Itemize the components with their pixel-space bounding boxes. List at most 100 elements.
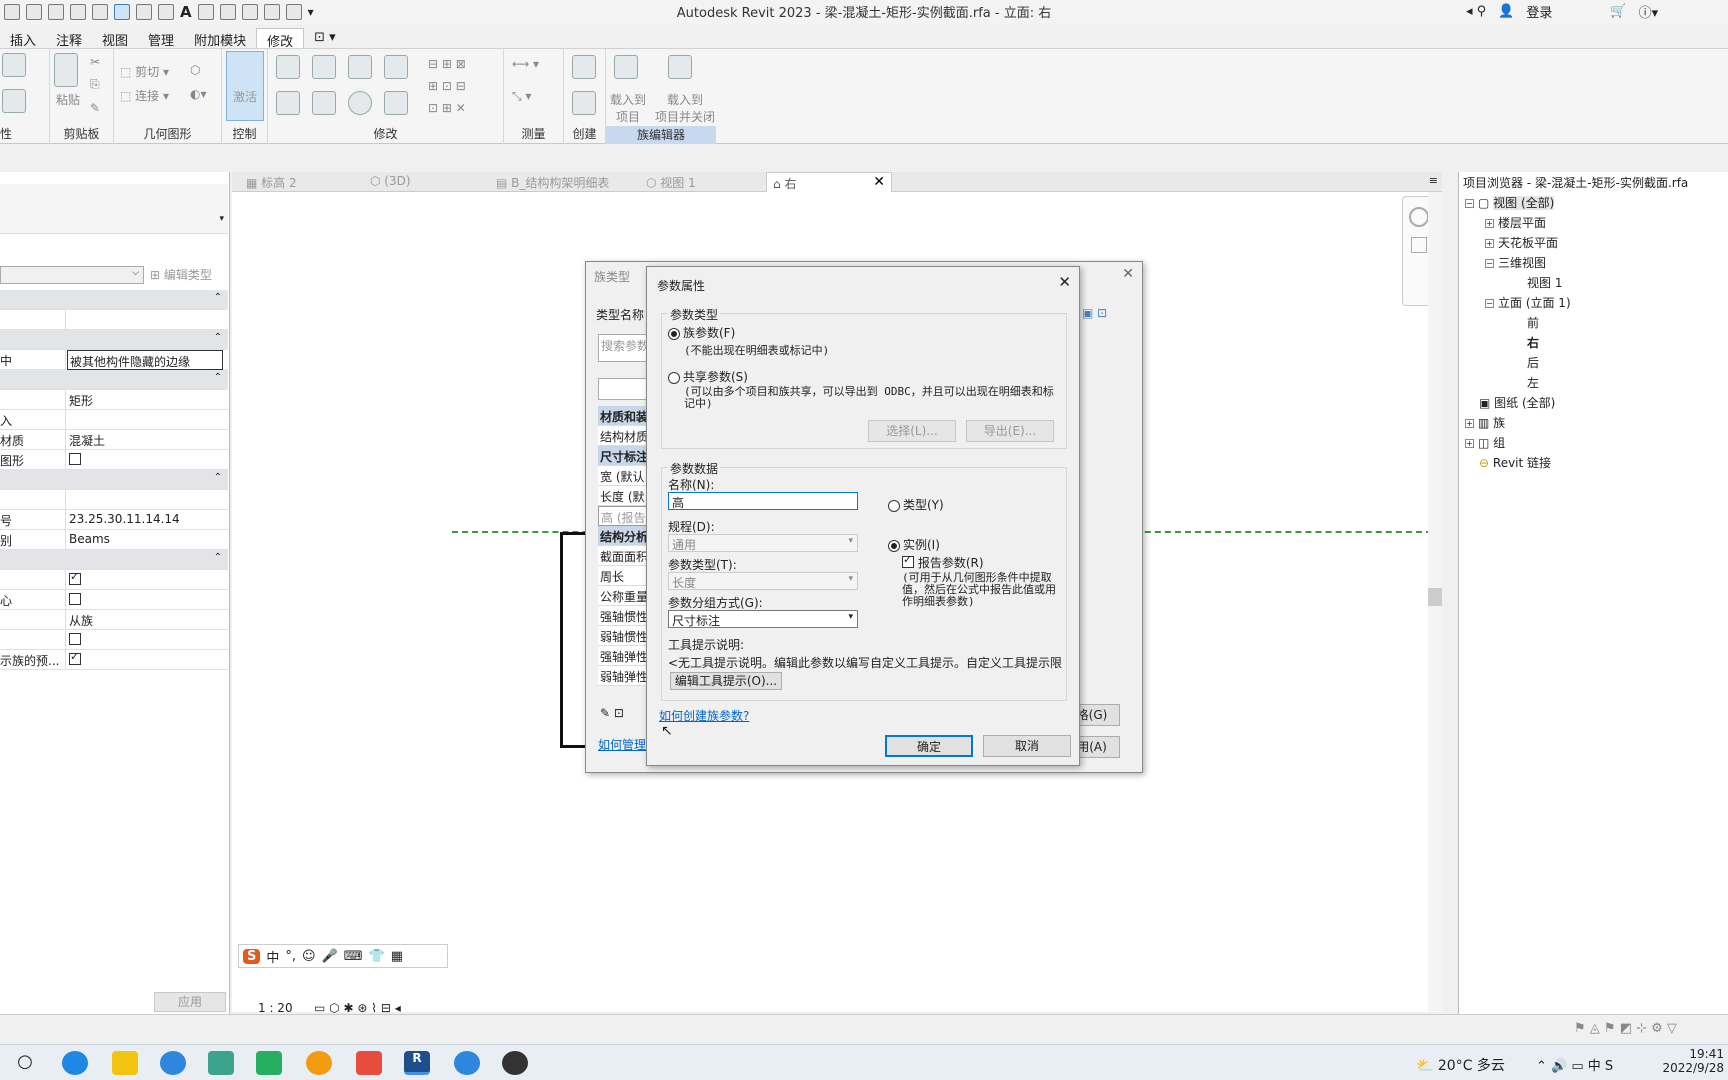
type-selector[interactable]: ▾ [0,184,228,234]
wps-icon[interactable] [356,1051,382,1075]
property-row[interactable]: 中被其他构件隐藏的边缘 [0,350,228,370]
property-value[interactable]: 被其他构件隐藏的边缘 [67,350,223,370]
copy-element-icon[interactable] [312,91,336,115]
export-button[interactable]: 导出(E)... [966,420,1054,442]
instance-filter-dropdown[interactable]: ⌵ [0,266,144,284]
property-row[interactable]: 号 23.25.30.11.14.14 [0,510,228,530]
tab-view[interactable]: 视图 [92,28,138,49]
view-cube-icon[interactable] [1409,207,1429,227]
load-into-project-icon[interactable] [614,55,638,79]
edit-type-button[interactable]: ⊞ 编辑类型 [150,266,212,283]
move-icon[interactable] [276,91,300,115]
zoom-icon[interactable] [1411,237,1427,253]
property-row[interactable]: 材质 混凝土 [0,430,228,450]
ime-mode[interactable]: 中 [266,947,279,966]
tab-manage[interactable]: 管理 [138,28,184,49]
measure-distance-icon[interactable]: ⟷ ▾ [512,57,539,71]
property-value[interactable] [67,630,83,650]
browser-node-elevations[interactable]: − 立面 (立面 1) [1485,294,1571,311]
property-value[interactable] [67,590,83,610]
property-value[interactable]: 混凝土 [67,430,107,450]
shared-param-radio[interactable]: 共享参数(S) [668,368,748,385]
property-row[interactable] [0,570,228,590]
status-tool-icons[interactable]: ⚑ ◬ ⚑ ◩ ⊹ ⚙ ▽ [1574,1021,1677,1036]
tab-annotate[interactable]: 注释 [46,28,92,49]
tab-insert[interactable]: 插入 [0,28,46,49]
scale-icon[interactable]: ⊡ ⊞ ✕ [428,101,466,115]
property-row[interactable]: 别 Beams [0,530,228,550]
tab-modify[interactable]: 修改 [256,28,305,50]
collapse-icon[interactable]: ⌃ [214,472,222,483]
clock[interactable]: 19:41 2022/9/28 [1656,1047,1724,1075]
property-value[interactable] [67,490,71,510]
paste-icon[interactable] [54,53,78,87]
collapse-icon[interactable]: ⌃ [214,552,222,563]
view-control-icons[interactable]: ▭ ⬡ ✱ ⊛ ⌇ ⊟ ◂ [314,1001,401,1015]
microphone-icon[interactable]: 🎤 [322,949,338,964]
offset-icon[interactable] [312,55,336,79]
chat-app-icon-2[interactable] [454,1051,480,1075]
property-value[interactable] [67,650,83,670]
properties-icon[interactable] [2,53,26,77]
property-row[interactable]: 示族的预... [0,650,228,670]
property-section-header[interactable]: ⌃ [0,370,228,390]
browser-node-left[interactable]: 左 [1527,374,1539,391]
property-checkbox[interactable] [69,570,81,585]
edit-parameter-icon[interactable]: ✎ ⊡ [600,706,624,720]
report-param-checkbox[interactable]: 报告参数(R) [902,553,984,571]
how-to-create-link[interactable]: 如何创建族参数? [659,707,749,724]
close-icon[interactable]: ✕ [1058,273,1071,291]
contextual-tab-dropdown[interactable]: ⊡ ▾ [304,28,346,48]
split-icon[interactable]: ⊟ ⊞ ⊠ [428,57,466,71]
array-icon[interactable]: ⊞ ⊡ ⊟ [428,79,466,93]
instance-radio[interactable]: 实例(I) [888,536,940,553]
create-similar-icon[interactable] [572,55,596,79]
property-value[interactable] [67,410,71,430]
tab-addins[interactable]: 附加模块 [184,28,256,49]
property-section-header[interactable]: ⌃ [0,330,228,350]
browser-node-sheets[interactable]: ▣ 图纸 (全部) [1479,394,1555,411]
view-scale[interactable]: 1 : 20 [258,1001,293,1015]
property-row[interactable]: 矩形 [0,390,228,410]
cancel-button[interactable]: 取消 [983,735,1071,757]
property-value[interactable]: 23.25.30.11.14.14 [67,510,182,530]
browser-node-front[interactable]: 前 [1527,314,1539,331]
weather-widget[interactable]: ⛅ 20°C 多云 [1416,1055,1505,1075]
cut-geometry-button[interactable]: ⬚ 剪切 ▾ [120,63,169,80]
property-row[interactable]: 入 [0,410,228,430]
tab-schedule[interactable]: ▤ B_结构构架明细表 [490,172,615,192]
search-icon[interactable]: ○ [12,1051,38,1075]
collapse-icon[interactable]: ⌃ [214,332,222,343]
close-icon[interactable]: ✕ [1122,266,1134,282]
select-button[interactable]: 选择(L)... [868,420,956,442]
align-icon[interactable] [276,55,300,79]
login-button[interactable]: 登录 [1526,2,1552,21]
file-explorer-icon[interactable] [112,1051,138,1075]
create-group-icon[interactable] [572,91,596,115]
type-properties-icon[interactable] [2,89,26,113]
ok-button[interactable]: 确定 [885,735,973,757]
family-param-radio[interactable]: 族参数(F) [668,324,735,341]
punctuation-icon[interactable]: °, [285,949,296,964]
chat-app-icon[interactable] [160,1051,186,1075]
sogou-icon[interactable]: S [243,948,261,964]
join-geometry-button[interactable]: ⬚ 连接 ▾ [120,87,169,104]
type-tools-icons[interactable]: ▣ ⊡ [1082,306,1107,320]
match-icon[interactable]: ✎ [90,101,100,115]
emoji-icon[interactable]: ☺ [302,949,316,964]
name-input[interactable]: 高 [668,492,858,510]
browser-node-right[interactable]: 右 [1527,334,1539,351]
property-value[interactable] [67,450,83,470]
wall-joins-icon[interactable]: ⬡ [190,63,200,77]
property-value[interactable] [67,310,71,330]
browser-node-back[interactable]: 后 [1527,354,1539,371]
tab-right[interactable]: ⌂ 右 ✕ [766,172,892,192]
property-row[interactable]: 图形 [0,450,228,470]
keyboard-icon[interactable]: ⌨ [344,949,363,964]
toolbox-icon[interactable]: ▦ [391,949,403,964]
property-checkbox[interactable] [69,633,81,645]
property-checkbox[interactable] [69,453,81,465]
property-row[interactable] [0,630,228,650]
load-close-icon[interactable] [668,55,692,79]
copy-icon[interactable]: ⎘ [90,77,100,92]
